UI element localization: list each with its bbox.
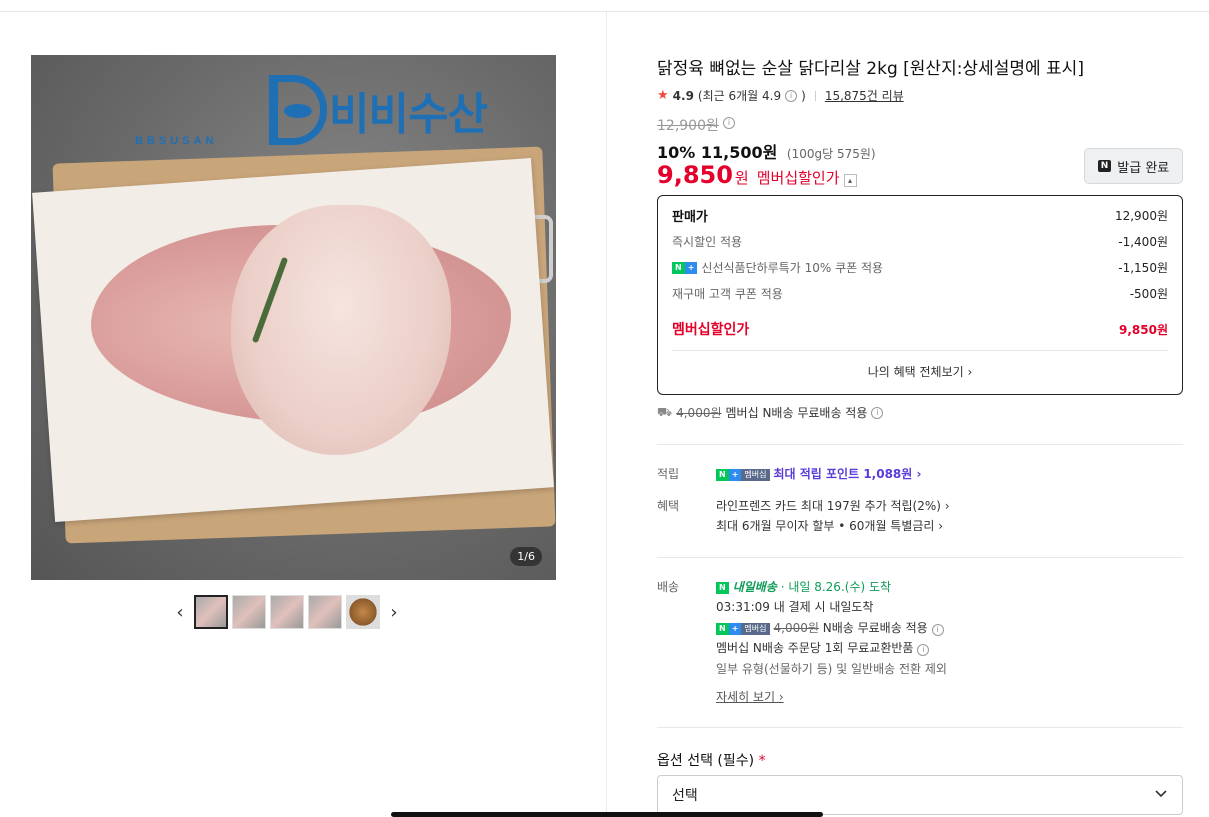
logo-b-mark bbox=[269, 75, 327, 145]
member-price-label: 멤버십할인가 bbox=[756, 169, 840, 187]
rating-recent: (최근 6개월 4.9 bbox=[697, 89, 782, 103]
breakdown-member-label: 멤버십할인가 bbox=[672, 322, 750, 338]
box-divider bbox=[672, 350, 1168, 351]
rating-close: ) bbox=[801, 88, 806, 103]
logo-text: 비비수산 bbox=[329, 90, 488, 139]
section-divider bbox=[657, 727, 1183, 728]
breakdown-member-value: 9,850원 bbox=[1119, 322, 1168, 337]
price-breakdown-box: 판매가 12,900원 즉시할인 적용 -1,400원 N + 신선식품단하루특가 … bbox=[657, 195, 1183, 395]
delivery-deadline: 03:31:09 내 결제 시 내일도착 bbox=[716, 600, 874, 614]
member-price-row: 9,850 원 멤버십할인가 ▴ bbox=[657, 161, 857, 189]
benefits-label: 혜택 bbox=[657, 499, 680, 513]
review-count-link[interactable]: 15,875건 리뷰 bbox=[825, 87, 904, 104]
shipping-original-fee: 4,000원 bbox=[676, 406, 722, 420]
sale-price: 11,500원 bbox=[700, 143, 778, 162]
option-label-text: 옵션 선택 (필수) bbox=[657, 753, 755, 769]
benefit-card-link[interactable]: 라인프렌즈 카드 최대 197원 추가 적립(2%) › bbox=[716, 497, 950, 514]
panel-divider bbox=[606, 12, 607, 817]
coupon-button-label: 발급 완료 bbox=[1117, 160, 1170, 176]
separator bbox=[814, 90, 816, 101]
delivery-eta-row: N 내일배송 · 내일 8.26.(수) 도착 bbox=[716, 578, 891, 595]
option-select[interactable]: 선택 bbox=[657, 775, 1183, 815]
breakdown-row: N + 신선식품단하루특가 10% 쿠폰 적용 -1,150원 bbox=[672, 254, 1168, 280]
free-shipping-text: N배송 무료배송 적용 bbox=[822, 621, 928, 635]
rating-score: 4.9 bbox=[672, 88, 694, 103]
truck-icon: ⛟ bbox=[657, 404, 673, 419]
thumbnail-5[interactable] bbox=[346, 595, 380, 629]
free-shipping-original-fee: 4,000원 bbox=[773, 621, 819, 635]
exchange-row: 멤버십 N배송 주문당 1회 무료교환반품 i bbox=[716, 639, 930, 656]
shipping-summary-text: 멤버십 N배송 무료배송 적용 bbox=[725, 406, 868, 420]
breakdown-row: 즉시할인 적용 -1,400원 bbox=[672, 228, 1168, 254]
section-divider bbox=[657, 557, 1183, 558]
points-row[interactable]: N + 멤버십 최대 적립 포인트 1,088원 › bbox=[716, 465, 921, 482]
info-icon[interactable]: i bbox=[931, 624, 944, 636]
sale-price-row: 10% 11,500원 (100g당 575원) bbox=[657, 139, 876, 163]
product-title: 닭정육 뼈없는 순살 닭다리살 2kg [원산지:상세설명에 표시] bbox=[657, 59, 1084, 79]
exchange-text: 멤버십 N배송 주문당 1회 무료교환반품 bbox=[716, 641, 914, 655]
info-icon[interactable]: i bbox=[871, 406, 884, 419]
breakdown-value: 12,900원 bbox=[1114, 208, 1168, 223]
logo-subtext: BBSUSAN bbox=[135, 135, 218, 147]
breakdown-label: 신선식품단하루특가 10% 쿠폰 적용 bbox=[701, 260, 884, 275]
unit-price: (100g당 575원) bbox=[786, 147, 876, 161]
info-icon[interactable]: i bbox=[785, 89, 798, 102]
delivery-label: 배송 bbox=[657, 580, 680, 594]
rating-row: ★ 4.9 (최근 6개월 4.9 i ) 15,875건 리뷰 bbox=[657, 87, 904, 104]
star-icon: ★ bbox=[657, 88, 669, 103]
discount-percent: 10% bbox=[657, 143, 696, 162]
delivery-exclusion: 일부 유형(선물하기 등) 및 일반배송 전환 제외 bbox=[716, 662, 947, 676]
breakdown-row: 판매가 12,900원 bbox=[672, 202, 1168, 228]
naver-delivery-icon: N bbox=[716, 581, 729, 594]
member-price-won: 원 bbox=[734, 169, 749, 187]
tomorrow-delivery-badge: 내일배송 bbox=[732, 580, 777, 594]
breakdown-value: -1,400원 bbox=[1118, 234, 1168, 249]
breakdown-label-wrap: N + 신선식품단하루특가 10% 쿠폰 적용 bbox=[672, 259, 883, 276]
brand-logo: 비비수산 bbox=[269, 75, 488, 145]
delivery-detail-link[interactable]: 자세히 보기 › bbox=[716, 688, 784, 705]
thumbnail-4[interactable] bbox=[308, 595, 342, 629]
thumbnail-2[interactable] bbox=[232, 595, 266, 629]
member-price: 9,850 bbox=[657, 161, 733, 189]
option-label: 옵션 선택 (필수) * bbox=[657, 750, 766, 770]
delivery-eta: · 내일 8.26.(수) 도착 bbox=[780, 580, 892, 594]
main-product-image[interactable]: 비비수산 BBSUSAN 1/6 bbox=[31, 55, 556, 580]
thumb-next-button[interactable]: › bbox=[384, 594, 404, 630]
nplus-badge-icon: N + bbox=[672, 262, 698, 274]
horizontal-scrollbar[interactable] bbox=[391, 812, 823, 817]
breakdown-label: 즉시할인 적용 bbox=[672, 234, 743, 249]
points-label: 적립 bbox=[657, 467, 680, 481]
option-select-value: 선택 bbox=[672, 788, 698, 804]
coupon-issued-button[interactable]: N 발급 완료 bbox=[1084, 148, 1183, 184]
thumbnail-3[interactable] bbox=[270, 595, 304, 629]
free-shipping-row: N + 멤버십 4,000원 N배송 무료배송 적용 i bbox=[716, 619, 944, 636]
price-info-icon[interactable]: i bbox=[723, 117, 735, 129]
required-mark: * bbox=[758, 753, 766, 769]
breakdown-value: -500원 bbox=[1129, 286, 1168, 301]
chevron-down-icon bbox=[1154, 786, 1168, 804]
info-icon[interactable]: i bbox=[917, 644, 930, 656]
all-benefits-link[interactable]: 나의 혜택 전체보기 › bbox=[672, 363, 1168, 380]
breakdown-value: -1,150원 bbox=[1118, 260, 1168, 275]
thumbnail-1[interactable] bbox=[194, 595, 228, 629]
section-divider bbox=[657, 444, 1183, 445]
chevron-up-icon[interactable]: ▴ bbox=[843, 174, 857, 187]
original-price: 12,900원 bbox=[657, 118, 719, 134]
thumb-prev-button[interactable]: ‹ bbox=[170, 594, 190, 630]
max-points-link[interactable]: 최대 적립 포인트 1,088원 › bbox=[774, 467, 922, 481]
breakdown-member-row: 멤버십할인가 9,850원 bbox=[672, 316, 1168, 342]
breakdown-label: 재구매 고객 쿠폰 적용 bbox=[672, 286, 783, 301]
breakdown-label: 판매가 bbox=[672, 209, 708, 225]
naver-n-icon: N bbox=[1097, 160, 1112, 172]
breakdown-row: 재구매 고객 쿠폰 적용 -500원 bbox=[672, 280, 1168, 306]
thumbnail-strip: ‹ › bbox=[170, 594, 404, 630]
image-counter: 1/6 bbox=[510, 547, 542, 566]
nplus-membership-badge-icon: N + 멤버십 bbox=[716, 622, 770, 635]
top-divider bbox=[0, 11, 1209, 12]
shipping-summary: ⛟ 4,000원 멤버십 N배송 무료배송 적용 i bbox=[657, 404, 884, 421]
benefit-installment-link[interactable]: 최대 6개월 무이자 할부 • 60개월 특별금리 › bbox=[716, 517, 943, 534]
nplus-membership-badge-icon: N + 멤버십 bbox=[716, 468, 770, 481]
